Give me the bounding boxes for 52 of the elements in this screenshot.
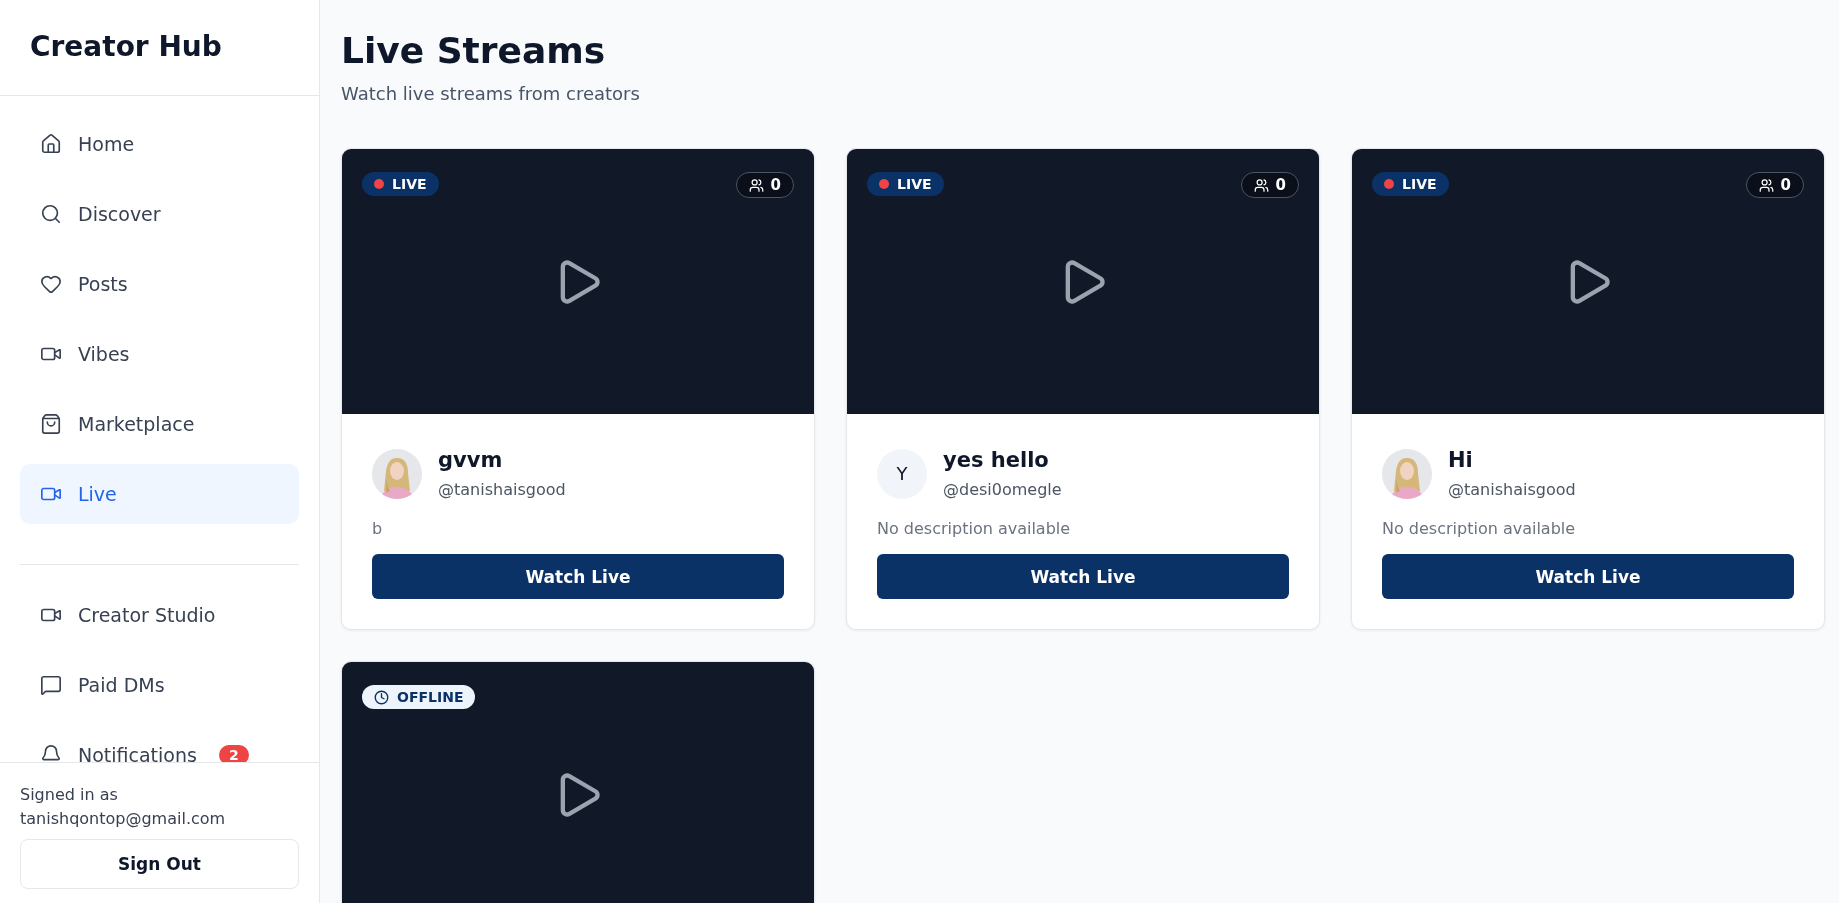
video-preview[interactable]: LIVE 0 xyxy=(847,149,1319,414)
status-badge: LIVE xyxy=(1372,172,1449,196)
creator-handle: @tanishaisgood xyxy=(1448,480,1576,499)
brand-title: Creator Hub xyxy=(30,30,222,63)
nav-item[interactable]: Paid DMs xyxy=(20,655,299,715)
creator-handle: @tanishaisgood xyxy=(438,480,566,499)
video-preview[interactable]: OFFLINE xyxy=(342,662,814,903)
search-icon xyxy=(40,203,62,225)
viewer-count: 0 xyxy=(1745,172,1804,198)
shopping-bag-icon xyxy=(40,413,62,435)
viewer-count: 0 xyxy=(735,172,794,198)
users-icon xyxy=(748,177,764,193)
stream-description: No description available xyxy=(1382,519,1577,538)
account-email: tanishqontop@gmail.com xyxy=(20,808,227,830)
video-preview[interactable]: LIVE 0 xyxy=(342,149,814,414)
heart-icon xyxy=(40,273,62,295)
nav-item[interactable]: Live xyxy=(20,464,299,524)
avatar: Y xyxy=(877,448,927,499)
status-badge: LIVE xyxy=(362,172,439,196)
page-title: Live Streams xyxy=(341,30,607,71)
nav-item[interactable]: Vibes xyxy=(20,324,299,384)
stream-title: yes hello xyxy=(943,448,1050,472)
live-dot-icon xyxy=(1384,179,1394,189)
nav-item[interactable]: Posts xyxy=(20,254,299,314)
watch-live-button[interactable]: Watch Live xyxy=(877,554,1289,599)
page-subtitle: Watch live streams from creators xyxy=(341,83,641,104)
users-icon xyxy=(1253,177,1269,193)
status-badge: OFFLINE xyxy=(362,685,476,709)
nav-item[interactable]: Creator Studio xyxy=(20,585,299,645)
nav-item[interactable]: Home xyxy=(20,114,299,174)
nav-item[interactable]: Marketplace xyxy=(20,394,299,454)
message-icon xyxy=(40,674,62,696)
signed-in-caption: Signed in as xyxy=(20,784,119,806)
stream-description: b xyxy=(372,519,384,538)
count-badge: 2 xyxy=(218,745,249,762)
creator-handle: @desi0omegle xyxy=(943,480,1062,499)
stream-title: Hi xyxy=(1448,448,1474,472)
nav-item[interactable]: Discover xyxy=(20,184,299,244)
sign-out-button[interactable]: Sign Out xyxy=(20,839,299,889)
home-icon xyxy=(40,133,62,155)
watch-live-button[interactable]: Watch Live xyxy=(372,554,784,599)
users-icon xyxy=(1758,177,1774,193)
live-dot-icon xyxy=(879,179,889,189)
bell-icon xyxy=(40,744,62,762)
status-badge: LIVE xyxy=(867,172,944,196)
stream-description: No description available xyxy=(877,519,1072,538)
watch-live-button[interactable]: Watch Live xyxy=(1382,554,1794,599)
clock-icon xyxy=(374,689,389,705)
viewer-count: 0 xyxy=(1240,172,1299,198)
live-dot-icon xyxy=(374,179,384,189)
video-preview[interactable]: LIVE 0 xyxy=(1352,149,1824,414)
stream-title: gvvm xyxy=(438,448,504,472)
